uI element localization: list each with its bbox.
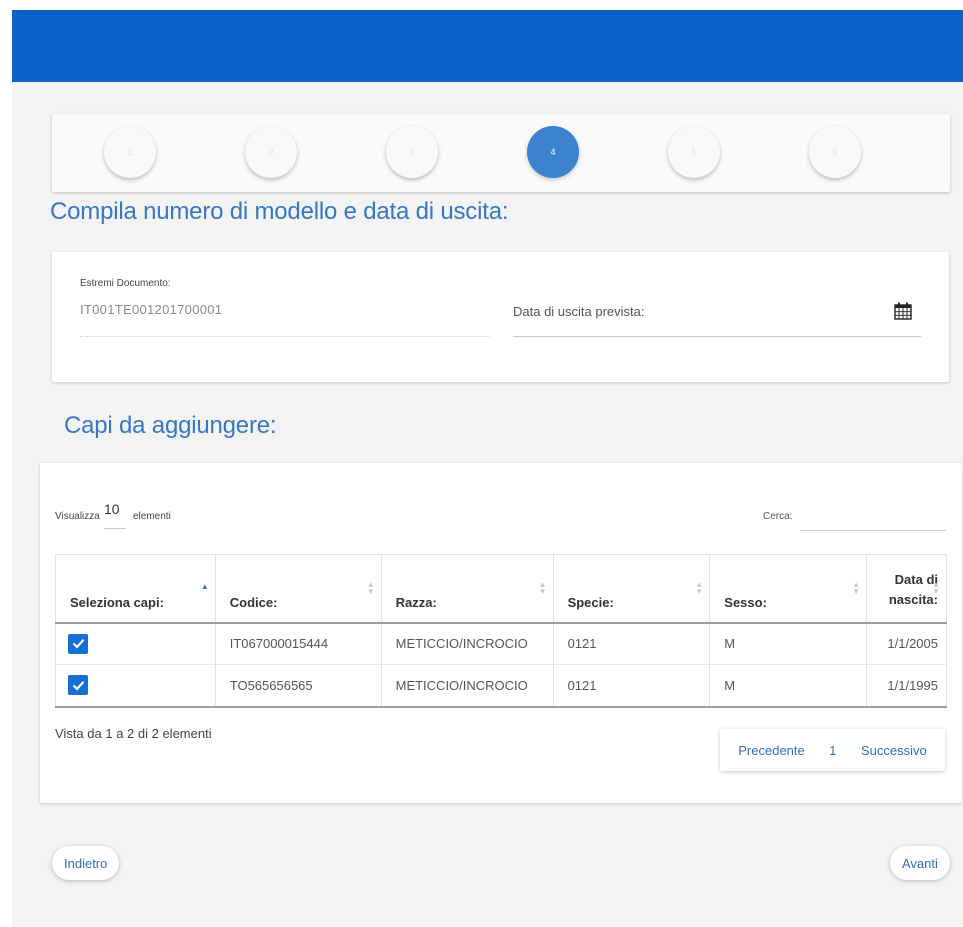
data-uscita-underline <box>513 336 921 337</box>
step-3-label: 3 <box>409 147 415 157</box>
search-label: Cerca: <box>763 511 793 522</box>
table-row: IT067000015444 METICCIO/INCROCIO 0121 M … <box>55 622 948 665</box>
back-button[interactable]: Indietro <box>52 846 120 880</box>
column-header-label: Sesso: <box>724 594 767 610</box>
table-row: TO565656565 METICCIO/INCROCIO 0121 M 1/1… <box>55 664 948 708</box>
select-cell <box>55 622 216 665</box>
codice-cell: IT067000015444 <box>214 622 382 665</box>
document-card: Estremi Documento: IT001TE001201700001 D… <box>52 252 949 382</box>
estremi-documento-value: IT001TE001201700001 <box>80 302 223 317</box>
razza-cell: METICCIO/INCROCIO <box>380 622 554 665</box>
sesso-cell: M <box>709 664 867 708</box>
pagination-next[interactable]: Successivo <box>861 743 927 758</box>
column-header-label: Seleziona capi: <box>70 594 164 610</box>
step-5[interactable]: 5 <box>668 126 720 178</box>
document-section-title: Compila numero di modello e data di usci… <box>50 198 509 225</box>
sort-asc-icon: ▲ <box>200 582 209 591</box>
step-1-label: 1 <box>127 147 133 157</box>
select-checkbox[interactable] <box>68 633 88 654</box>
column-header-label: Codice: <box>229 594 278 610</box>
search-input[interactable] <box>800 511 946 531</box>
column-header-label: Razza: <box>395 594 437 610</box>
codice-cell: TO565656565 <box>214 664 382 708</box>
capi-table-card: Visualizza 10 elementi Cerca: Seleziona … <box>40 463 962 803</box>
step-6-label: 6 <box>832 147 838 157</box>
capi-table: Seleziona capi: ▲ Codice: ▲ ▼ Razza: ▲ ▼ Spec… <box>55 554 948 708</box>
estremi-documento-underline <box>80 336 490 337</box>
page: 1 2 3 4 5 6 Compila numero di modello e … <box>12 10 963 927</box>
column-header-sesso[interactable]: Sesso: ▲ ▼ <box>709 554 867 624</box>
column-header-codice[interactable]: Codice: ▲ ▼ <box>214 554 382 624</box>
estremi-documento-label: Estremi Documento: <box>80 278 171 289</box>
table-header-row: Seleziona capi: ▲ Codice: ▲ ▼ Razza: ▲ ▼ Spec… <box>55 554 948 624</box>
pagination-previous[interactable]: Precedente <box>738 743 805 758</box>
show-entries-suffix: elementi <box>133 511 171 522</box>
capi-section-title: Capi da aggiungere: <box>64 412 277 439</box>
sort-icon: ▲ ▼ <box>538 580 547 596</box>
column-header-specie[interactable]: Specie: ▲ ▼ <box>552 554 710 624</box>
calendar-icon[interactable] <box>892 300 914 322</box>
sort-icon: ▲ ▼ <box>695 580 704 596</box>
page-length-underline <box>104 528 126 529</box>
column-header-nascita[interactable]: Data di nascita: ▲ ▼ <box>865 554 948 624</box>
sort-icon: ▲ ▼ <box>852 580 860 596</box>
nascita-cell: 1/1/2005 <box>865 622 948 665</box>
sesso-cell: M <box>709 622 867 665</box>
pagination-page-1[interactable]: 1 <box>829 743 836 758</box>
column-header-razza[interactable]: Razza: ▲ ▼ <box>380 554 554 624</box>
step-3[interactable]: 3 <box>386 126 438 178</box>
step-1[interactable]: 1 <box>104 126 156 178</box>
table-info: Vista da 1 a 2 di 2 elementi <box>55 726 212 741</box>
specie-cell: 0121 <box>552 622 710 665</box>
column-header-seleziona[interactable]: Seleziona capi: ▲ <box>55 554 216 624</box>
step-6[interactable]: 6 <box>809 126 861 178</box>
top-header-bar <box>12 10 963 82</box>
specie-cell: 0121 <box>552 664 710 708</box>
step-4-active[interactable]: 4 <box>527 126 579 178</box>
show-entries-label: Visualizza <box>55 511 100 522</box>
step-4-label: 4 <box>550 147 556 157</box>
select-checkbox[interactable] <box>68 675 88 696</box>
checkmark-icon <box>72 680 84 691</box>
step-5-label: 5 <box>691 147 697 157</box>
select-cell <box>55 664 216 708</box>
step-2-label: 2 <box>268 147 274 157</box>
nascita-cell: 1/1/1995 <box>865 664 948 708</box>
step-2[interactable]: 2 <box>245 126 297 178</box>
pagination: Precedente 1 Successivo <box>720 729 945 771</box>
wizard-stepper: 1 2 3 4 5 6 <box>52 114 950 192</box>
page-length-select[interactable]: 10 <box>104 501 120 517</box>
sort-icon: ▲ ▼ <box>932 580 940 596</box>
column-header-label: Specie: <box>567 594 614 610</box>
column-header-label: Data di nascita: <box>888 571 938 607</box>
next-button[interactable]: Avanti <box>890 846 950 880</box>
razza-cell: METICCIO/INCROCIO <box>380 664 554 708</box>
sort-icon: ▲ ▼ <box>366 580 375 596</box>
checkmark-icon <box>72 639 84 649</box>
data-uscita-field[interactable]: Data di uscita prevista: <box>513 304 645 319</box>
